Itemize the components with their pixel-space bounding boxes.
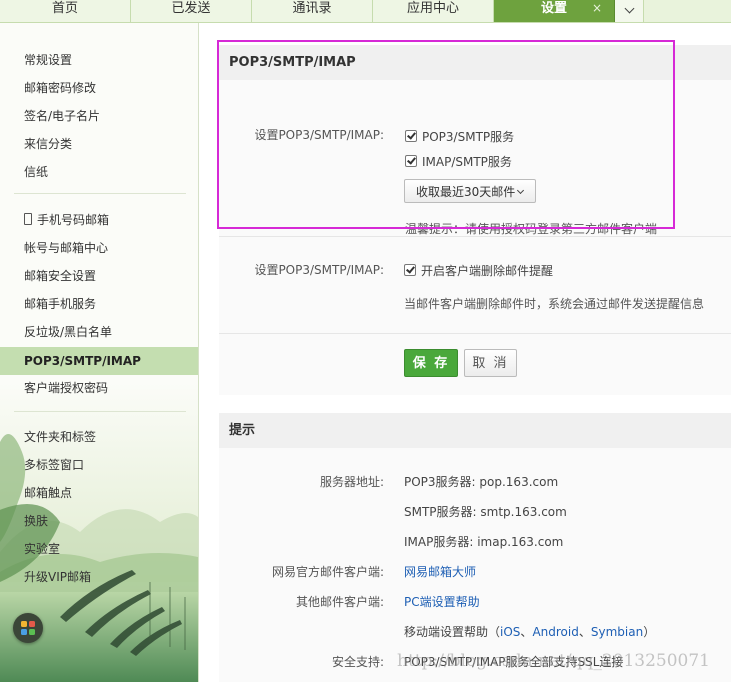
separator: 、	[520, 625, 533, 639]
checkbox-checked-icon[interactable]	[405, 155, 417, 167]
pop-settings-panel: POP3/SMTP/IMAP 设置POP3/SMTP/IMAP: POP3/SM…	[219, 45, 731, 395]
sidebar-item-password[interactable]: 邮箱密码修改	[0, 75, 198, 101]
delete-notice-desc: 当邮件客户端删除邮件时，系统会通过邮件发送提醒信息	[404, 297, 705, 311]
sidebar-item-client-auth-code[interactable]: 客户端授权密码	[0, 375, 198, 401]
delete-notice-option[interactable]: 开启客户端删除邮件提醒	[404, 262, 553, 279]
checkbox-checked-icon[interactable]	[404, 264, 416, 276]
sidebar-divider	[14, 411, 186, 412]
smtp-server: SMTP服务器: smtp.163.com	[404, 505, 567, 519]
sidebar-item-lab[interactable]: 实验室	[0, 536, 198, 562]
mobile-help-prefix: 移动端设置帮助（	[404, 625, 501, 639]
sidebar-item-upgrade-vip[interactable]: 升级VIP邮箱	[0, 564, 198, 590]
sidebar-item-touchpoint[interactable]: 邮箱触点	[0, 480, 198, 506]
sidebar-item-phone-service[interactable]: 邮箱手机服务	[0, 291, 198, 317]
tab-more-dropdown[interactable]	[615, 0, 644, 22]
tab-label: 设置	[540, 1, 567, 16]
tab-app-center[interactable]: 应用中心	[373, 0, 494, 22]
settings-main: POP3/SMTP/IMAP 设置POP3/SMTP/IMAP: POP3/SM…	[199, 23, 731, 682]
security-value: POP3/SMTP/IMAP服务全部支持SSL连接	[404, 655, 624, 669]
pop-setting-label: 设置POP3/SMTP/IMAP:	[254, 128, 384, 142]
phone-icon	[24, 213, 32, 225]
sidebar-item-account-center[interactable]: 帐号与邮箱中心	[0, 235, 198, 261]
app-grid-button[interactable]	[13, 613, 43, 643]
save-button[interactable]: 保 存	[404, 349, 458, 377]
option-label: POP3/SMTP服务	[422, 130, 515, 144]
pc-help-link[interactable]: PC端设置帮助	[404, 593, 480, 610]
select-value: 收取最近30天邮件	[416, 185, 516, 199]
sidebar-item-stationery[interactable]: 信纸	[0, 159, 198, 185]
imap-server: IMAP服务器: imap.163.com	[404, 535, 564, 549]
app-grid-icon	[29, 629, 35, 635]
cancel-button[interactable]: 取 消	[464, 349, 517, 377]
sidebar-item-general[interactable]: 常规设置	[0, 47, 198, 73]
tab-settings[interactable]: 设置 ×	[494, 0, 615, 22]
sidebar-item-security[interactable]: 邮箱安全设置	[0, 263, 198, 289]
sidebar-item-multi-tab[interactable]: 多标签窗口	[0, 452, 198, 478]
tab-contacts[interactable]: 通讯录	[252, 0, 373, 22]
checkbox-checked-icon[interactable]	[405, 130, 417, 142]
server-address-label: 服务器地址:	[319, 475, 384, 489]
sidebar-item-folders-labels[interactable]: 文件夹和标签	[0, 424, 198, 450]
android-help-link[interactable]: Android	[532, 625, 578, 639]
mobile-help: 移动端设置帮助（iOS、Android、Symbian）	[404, 623, 655, 640]
panel-title: 提示	[219, 413, 731, 448]
official-client-label: 网易官方邮件客户端:	[271, 565, 384, 579]
security-label: 安全支持:	[331, 655, 384, 669]
tab-label: 应用中心	[406, 1, 459, 16]
pop3-smtp-option[interactable]: POP3/SMTP服务	[405, 128, 514, 145]
app-grid-icon	[21, 629, 27, 635]
sidebar-item-pop3-smtp-imap[interactable]: POP3/SMTP/IMAP	[0, 347, 198, 375]
chevron-down-icon	[624, 3, 634, 14]
app-grid-icon	[29, 621, 35, 627]
sidebar-item-mobile-mail[interactable]: 手机号码邮箱	[0, 207, 198, 233]
option-label: 开启客户端删除邮件提醒	[421, 264, 554, 278]
pop3-server: POP3服务器: pop.163.com	[404, 475, 559, 489]
sidebar-item-antispam[interactable]: 反垃圾/黑白名单	[0, 319, 198, 345]
sidebar-divider	[14, 193, 186, 194]
imap-smtp-option[interactable]: IMAP/SMTP服务	[405, 153, 512, 170]
fetch-range-select[interactable]: 收取最近30天邮件	[404, 179, 536, 203]
ios-help-link[interactable]: iOS	[500, 625, 520, 639]
mobile-help-suffix: ）	[643, 625, 656, 639]
tab-sent[interactable]: 已发送	[131, 0, 252, 22]
symbian-help-link[interactable]: Symbian	[591, 625, 643, 639]
tab-label: 通讯录	[292, 1, 332, 16]
sidebar-item-skin[interactable]: 换肤	[0, 508, 198, 534]
pop-setting-label: 设置POP3/SMTP/IMAP:	[254, 263, 384, 277]
tab-label: 首页	[51, 1, 78, 16]
tab-label: 已发送	[171, 1, 211, 16]
top-tab-bar: 首页 已发送 通讯录 应用中心 设置 ×	[0, 0, 731, 23]
option-label: IMAP/SMTP服务	[422, 155, 512, 169]
other-client-label: 其他邮件客户端:	[295, 595, 384, 609]
chevron-down-icon	[516, 186, 525, 195]
separator: 、	[578, 625, 591, 639]
sidebar-item-signature[interactable]: 签名/电子名片	[0, 103, 198, 129]
section-divider	[219, 236, 731, 237]
auth-code-tip: 温馨提示：请使用授权码登录第三方邮件客户端	[405, 222, 658, 236]
settings-sidebar: 常规设置 邮箱密码修改 签名/电子名片 来信分类 信纸 手机号码邮箱 帐号与邮箱…	[0, 23, 199, 682]
sidebar-item-label: 手机号码邮箱	[37, 213, 110, 227]
official-client-link[interactable]: 网易邮箱大师	[404, 563, 476, 580]
sidebar-item-mail-filter[interactable]: 来信分类	[0, 131, 198, 157]
app-grid-icon	[21, 621, 27, 627]
section-divider	[219, 333, 731, 334]
close-icon[interactable]: ×	[592, 0, 602, 17]
tab-home[interactable]: 首页	[0, 0, 131, 22]
panel-title: POP3/SMTP/IMAP	[219, 45, 731, 80]
